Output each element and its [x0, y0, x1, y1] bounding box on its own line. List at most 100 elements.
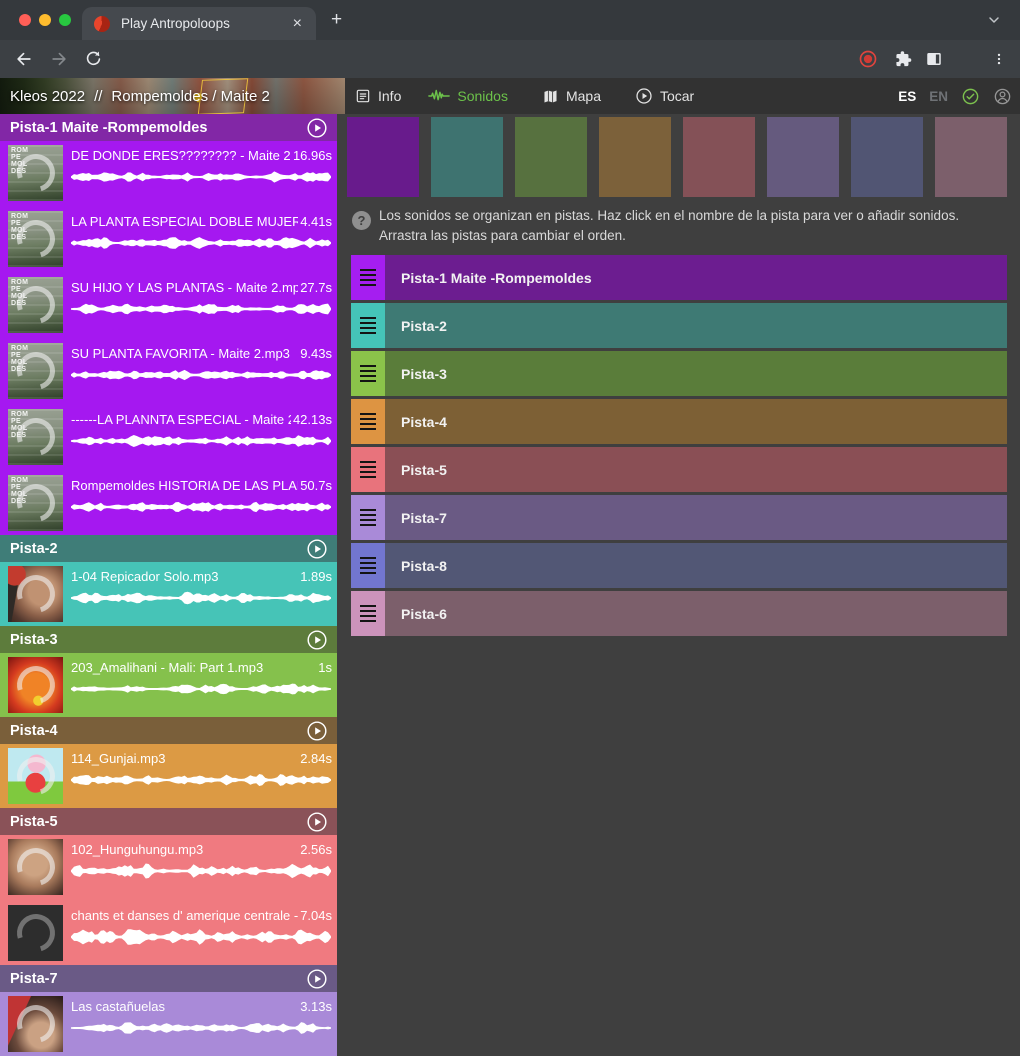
play-track-button[interactable] [306, 629, 328, 651]
drag-handle-icon[interactable] [351, 351, 385, 396]
clip[interactable]: ROM PE MOL DESDE DONDE ERES???????? - Ma… [0, 145, 337, 201]
track-row[interactable]: Pista-1 Maite -Rompemoldes [351, 255, 1007, 300]
track-color-blocks [347, 117, 1007, 197]
clip[interactable]: Las castañuelas3.13s [0, 996, 337, 1052]
sidebar-track-header[interactable]: Pista-2 [0, 535, 337, 562]
tab-info[interactable]: Info [355, 78, 401, 114]
clip-duration: 7.04s [300, 908, 332, 923]
sidebar-track-header[interactable]: Pista-7 [0, 965, 337, 992]
check-circle-icon[interactable] [961, 87, 980, 106]
track-row-body[interactable]: Pista-7 [385, 495, 1007, 540]
play-circle-icon [635, 87, 653, 105]
track-row-body[interactable]: Pista-6 [385, 591, 1007, 636]
clip[interactable]: ROM PE MOL DES------LA PLANNTA ESPECIAL … [0, 409, 337, 465]
sidebar-track-header[interactable]: Pista-5 [0, 808, 337, 835]
side-panel-icon[interactable] [925, 50, 943, 68]
track-row[interactable]: Pista-7 [351, 495, 1007, 540]
track-row[interactable]: Pista-8 [351, 543, 1007, 588]
tab-search-chevron-icon[interactable] [986, 12, 1002, 28]
track-color-block-6[interactable] [767, 117, 839, 197]
drag-handle-bar [360, 375, 376, 378]
tab-tocar[interactable]: Tocar [635, 78, 694, 114]
sidebar-track-name[interactable]: Pista-5 [10, 814, 306, 830]
sidebar-track-name[interactable]: Pista-1 Maite -Rompemoldes [10, 120, 306, 136]
back-button[interactable] [14, 49, 34, 69]
track-row[interactable]: Pista-2 [351, 303, 1007, 348]
play-track-button[interactable] [306, 538, 328, 560]
record-indicator-icon[interactable] [858, 49, 878, 69]
macos-close-button[interactable] [19, 14, 31, 26]
clip-duration: 2.84s [300, 751, 332, 766]
account-person-icon[interactable] [993, 87, 1012, 106]
sidebar-track-list: Pista-1 Maite -Rompemoldes ROM PE MOL DES… [0, 114, 337, 1056]
drag-handle-bar [360, 269, 376, 272]
new-tab-button[interactable]: + [331, 9, 342, 31]
track-color-block-7[interactable] [851, 117, 923, 197]
track-row-body[interactable]: Pista-3 [385, 351, 1007, 396]
clip[interactable]: 1-04 Repicador Solo.mp31.89s [0, 566, 337, 622]
sidebar-track-header[interactable]: Pista-3 [0, 626, 337, 653]
clip-thumbnail [8, 905, 63, 961]
track-color-block-2[interactable] [431, 117, 503, 197]
drag-handle-icon[interactable] [351, 303, 385, 348]
sidebar-track-header[interactable]: Pista-1 Maite -Rompemoldes [0, 114, 337, 141]
track-color-block-1[interactable] [347, 117, 419, 197]
drag-handle-icon[interactable] [351, 543, 385, 588]
tab-sonidos[interactable]: Sonidos [428, 78, 508, 114]
breadcrumb-project[interactable]: Kleos 2022 [10, 88, 85, 105]
drag-handle-bar [360, 509, 376, 512]
language-es[interactable]: ES [898, 89, 916, 104]
track-row[interactable]: Pista-6 [351, 591, 1007, 636]
drag-handle-icon[interactable] [351, 255, 385, 300]
clip[interactable]: ROM PE MOL DESLA PLANTA ESPECIAL DOBLE M… [0, 211, 337, 267]
language-en[interactable]: EN [929, 89, 948, 104]
play-track-button[interactable] [306, 117, 328, 139]
clip[interactable]: 203_Amalihani - Mali: Part 1.mp31s [0, 657, 337, 713]
track-row[interactable]: Pista-5 [351, 447, 1007, 492]
clip[interactable]: ROM PE MOL DESSU HIJO Y LAS PLANTAS - Ma… [0, 277, 337, 333]
extensions-puzzle-icon[interactable] [895, 51, 912, 68]
sidebar-track-name[interactable]: Pista-3 [10, 632, 306, 648]
clip[interactable]: ROM PE MOL DESSU PLANTA FAVORITA - Maite… [0, 343, 337, 399]
macos-minimize-button[interactable] [39, 14, 51, 26]
clip[interactable]: 114_Gunjai.mp32.84s [0, 748, 337, 804]
reload-button[interactable] [84, 50, 103, 69]
play-track-button[interactable] [306, 968, 328, 990]
clip-duration: 2.56s [300, 842, 332, 857]
drag-handle-icon[interactable] [351, 399, 385, 444]
sidebar-track-name[interactable]: Pista-4 [10, 723, 306, 739]
antropoloops-favicon [94, 16, 110, 32]
clip[interactable]: ROM PE MOL DESRompemoldes HISTORIA DE LA… [0, 475, 337, 531]
track-color-block-5[interactable] [683, 117, 755, 197]
clip[interactable]: 102_Hunguhungu.mp32.56s [0, 839, 337, 895]
tab-mapa[interactable]: Mapa [542, 78, 601, 114]
track-color-block-8[interactable] [935, 117, 1007, 197]
track-row-body[interactable]: Pista-8 [385, 543, 1007, 588]
browser-tab[interactable]: Play Antropoloops × [82, 7, 316, 40]
sidebar-track-name[interactable]: Pista-2 [10, 541, 306, 557]
clip[interactable]: chants et danses d' amerique centrale - … [0, 905, 337, 961]
track-row-body[interactable]: Pista-1 Maite -Rompemoldes [385, 255, 1007, 300]
sidebar-track-name[interactable]: Pista-7 [10, 971, 306, 987]
track-color-block-4[interactable] [599, 117, 671, 197]
tab-close-icon[interactable]: × [291, 16, 304, 32]
track-row[interactable]: Pista-4 [351, 399, 1007, 444]
drag-handle-icon[interactable] [351, 495, 385, 540]
browser-menu-kebab-icon[interactable] [992, 50, 1006, 68]
track-row-body[interactable]: Pista-4 [385, 399, 1007, 444]
track-row-body[interactable]: Pista-2 [385, 303, 1007, 348]
drag-handle-icon[interactable] [351, 447, 385, 492]
macos-zoom-button[interactable] [59, 14, 71, 26]
drag-handle-icon[interactable] [351, 591, 385, 636]
loader-ring-icon [10, 750, 61, 801]
clip-duration: 50.7s [300, 478, 332, 493]
track-row-body[interactable]: Pista-5 [385, 447, 1007, 492]
sidebar-track-header[interactable]: Pista-4 [0, 717, 337, 744]
track-color-block-3[interactable] [515, 117, 587, 197]
clip-list: Las castañuelas3.13s [0, 992, 337, 1056]
play-track-button[interactable] [306, 720, 328, 742]
track-row[interactable]: Pista-3 [351, 351, 1007, 396]
forward-button[interactable] [49, 49, 69, 69]
play-track-button[interactable] [306, 811, 328, 833]
map-icon [542, 88, 559, 105]
